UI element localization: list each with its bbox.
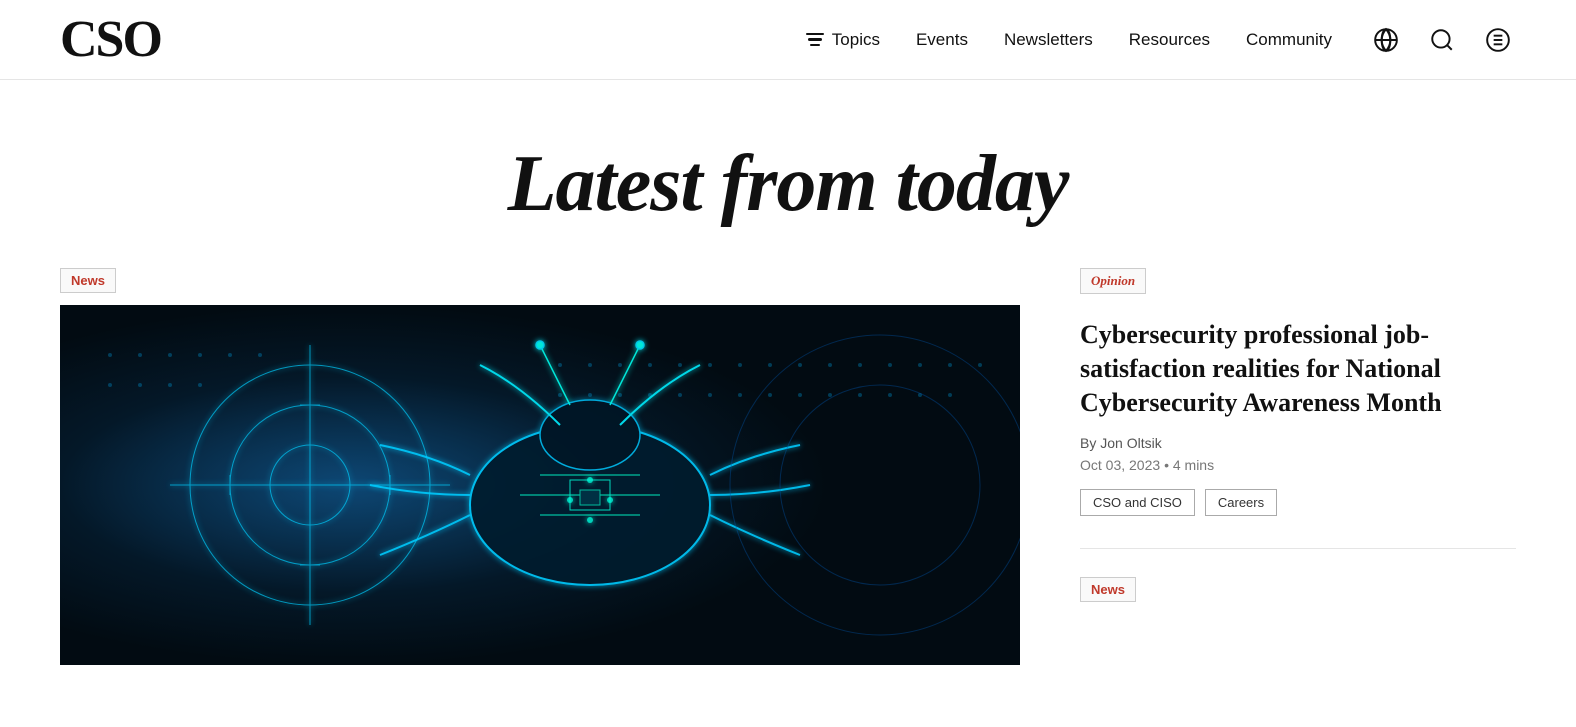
- search-button[interactable]: [1424, 22, 1460, 58]
- site-logo[interactable]: CSO: [60, 14, 161, 66]
- featured-article: News: [60, 268, 1020, 665]
- globe-button[interactable]: [1368, 22, 1404, 58]
- news-badge-2[interactable]: News: [1080, 577, 1136, 602]
- featured-category-badge[interactable]: News: [60, 268, 116, 293]
- sidebar: Opinion Cybersecurity professional job-s…: [1020, 268, 1516, 665]
- hero-title: Latest from today: [20, 140, 1556, 228]
- events-nav-item[interactable]: Events: [916, 30, 968, 50]
- topics-icon: [804, 29, 826, 51]
- community-nav-item[interactable]: Community: [1246, 30, 1332, 50]
- newsletters-nav-item[interactable]: Newsletters: [1004, 30, 1093, 50]
- menu-button[interactable]: [1480, 22, 1516, 58]
- article-1-byline: By Jon Oltsik: [1080, 435, 1516, 451]
- header-icons: [1368, 22, 1516, 58]
- tag-careers[interactable]: Careers: [1205, 489, 1277, 516]
- article-1-meta: Oct 03, 2023 • 4 mins: [1080, 457, 1516, 473]
- cyber-illustration: [60, 305, 1020, 665]
- menu-icon: [1485, 27, 1511, 53]
- tag-cso-ciso[interactable]: CSO and CISO: [1080, 489, 1195, 516]
- article-1-tags: CSO and CISO Careers: [1080, 489, 1516, 516]
- main-nav: Topics Events Newsletters Resources Comm…: [804, 22, 1516, 58]
- article-1-title[interactable]: Cybersecurity professional job-satisfact…: [1080, 318, 1516, 419]
- main-content: News: [0, 268, 1576, 665]
- hero-section: Latest from today: [0, 80, 1576, 268]
- globe-icon: [1373, 27, 1399, 53]
- featured-image[interactable]: [60, 305, 1020, 665]
- opinion-badge[interactable]: Opinion: [1080, 268, 1146, 294]
- topics-nav-item[interactable]: Topics: [804, 29, 880, 51]
- topics-label: Topics: [832, 30, 880, 50]
- sidebar-article-2: News: [1080, 577, 1516, 634]
- site-header: CSO Topics Events Newsletters Resources …: [0, 0, 1576, 80]
- cyber-bug-svg: [60, 305, 1020, 665]
- sidebar-article-1: Opinion Cybersecurity professional job-s…: [1080, 268, 1516, 549]
- search-icon: [1429, 27, 1455, 53]
- resources-nav-item[interactable]: Resources: [1129, 30, 1210, 50]
